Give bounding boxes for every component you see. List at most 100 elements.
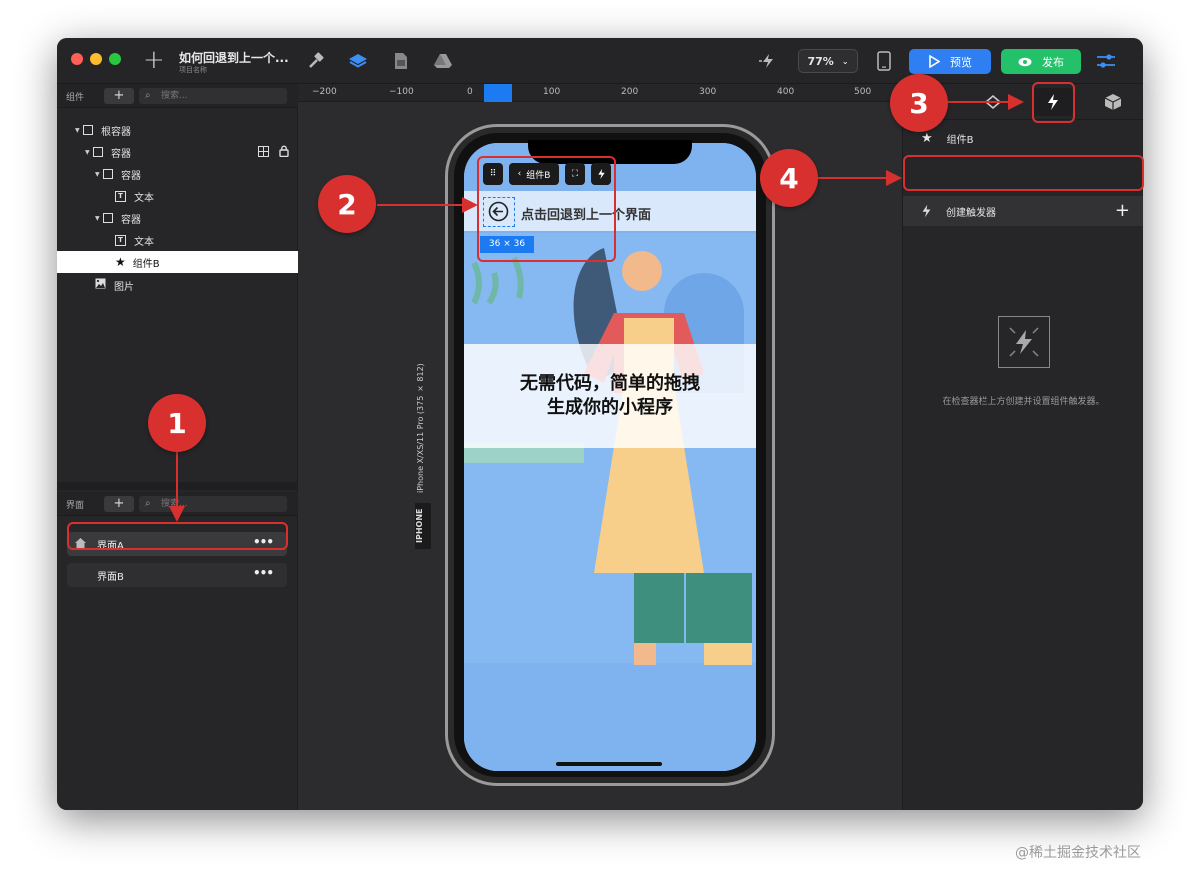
device-icon[interactable] bbox=[873, 50, 895, 72]
search-icon: ⌕ bbox=[145, 90, 151, 101]
highlight-create-trigger bbox=[903, 155, 1144, 191]
star-icon: ★ bbox=[115, 255, 126, 269]
panel-divider[interactable] bbox=[57, 482, 298, 490]
add-page-button[interactable]: + bbox=[104, 496, 134, 512]
ruler-selection-highlight bbox=[484, 84, 512, 102]
preview-label: 预览 bbox=[950, 55, 972, 69]
hammer-icon[interactable] bbox=[305, 50, 327, 72]
search-icon: ⌕ bbox=[145, 498, 151, 509]
tree-item-component-b[interactable]: ★ 组件B bbox=[57, 251, 298, 273]
caret-down-icon[interactable]: ▼ bbox=[95, 215, 103, 222]
tree-item-image[interactable]: 图片 bbox=[57, 274, 298, 296]
tree-item-container[interactable]: ▼ 容器 bbox=[57, 207, 298, 229]
ruler-tick: 200 bbox=[621, 87, 639, 97]
annotation-marker: 4 bbox=[760, 149, 818, 207]
project-subtitle: 项目名称 bbox=[179, 66, 207, 74]
eye-icon bbox=[1018, 57, 1032, 66]
inspector-component-name: 组件B bbox=[946, 134, 974, 146]
container-icon bbox=[83, 125, 93, 135]
top-toolbar: + 如何回退到上一个... 项目名称 77% ⌄ 预览 发布 bbox=[57, 38, 1143, 84]
diamond-arrows-icon bbox=[984, 94, 1002, 110]
home-indicator bbox=[556, 762, 662, 766]
tab-data[interactable] bbox=[1093, 88, 1133, 116]
ruler-tick: 100 bbox=[543, 87, 561, 97]
tree-item-label: 容器 bbox=[121, 170, 141, 182]
drive-icon[interactable] bbox=[432, 50, 454, 72]
project-title[interactable]: 如何回退到上一个... bbox=[179, 49, 289, 66]
page-item-b[interactable]: 界面B ••• bbox=[67, 563, 287, 587]
caret-down-icon[interactable]: ▼ bbox=[95, 171, 103, 178]
ruler-tick: 400 bbox=[777, 87, 795, 97]
minimize-window-button[interactable] bbox=[90, 53, 102, 65]
lock-icon[interactable] bbox=[279, 145, 289, 160]
page-label: 界面B bbox=[97, 571, 124, 583]
pages-search-placeholder: 搜索... bbox=[161, 499, 188, 509]
document-icon[interactable] bbox=[390, 50, 412, 72]
tree-item-label: 容器 bbox=[111, 148, 131, 160]
add-component-button[interactable]: + bbox=[104, 88, 134, 104]
create-trigger-row[interactable]: 创建触发器 + bbox=[903, 196, 1143, 226]
caret-down-icon[interactable]: ▼ bbox=[85, 149, 93, 156]
more-options-icon[interactable]: ••• bbox=[253, 566, 274, 580]
zoom-value: 77% bbox=[807, 54, 834, 68]
star-icon: ★ bbox=[921, 130, 933, 146]
highlight-selected-component bbox=[477, 156, 616, 262]
empty-trigger-icon bbox=[998, 316, 1050, 368]
maximize-window-button[interactable] bbox=[109, 53, 121, 65]
cube-icon bbox=[1104, 94, 1122, 110]
text-icon: T bbox=[115, 234, 126, 246]
add-trigger-icon[interactable]: + bbox=[1115, 200, 1130, 221]
annotation-marker: 2 bbox=[318, 175, 376, 233]
tree-item-label: 文本 bbox=[134, 192, 154, 204]
tree-item-text[interactable]: T 文本 bbox=[57, 229, 298, 251]
preview-button[interactable]: 预览 bbox=[909, 49, 991, 74]
image-icon bbox=[95, 278, 106, 292]
tree-item-container[interactable]: ▼ 容器 bbox=[57, 163, 298, 185]
annotation-marker: 3 bbox=[890, 74, 948, 132]
lightning-icon bbox=[922, 204, 931, 218]
highlight-triggers-tab bbox=[1032, 82, 1075, 123]
tree-item-label: 图片 bbox=[114, 281, 134, 293]
publish-button[interactable]: 发布 bbox=[1001, 49, 1081, 74]
horizontal-ruler: −200 −100 0 100 200 300 400 500 bbox=[298, 84, 902, 102]
settings-sliders-icon[interactable] bbox=[1095, 50, 1117, 72]
pages-header: 界面 + ⌕ 搜索... bbox=[57, 492, 298, 516]
layers-icon[interactable] bbox=[347, 50, 369, 72]
tree-item-root-container[interactable]: ▼ 根容器 bbox=[57, 119, 298, 141]
tab-interactions[interactable] bbox=[973, 88, 1013, 116]
add-icon[interactable]: + bbox=[143, 47, 165, 73]
tree-item-label: 文本 bbox=[134, 236, 154, 248]
container-icon bbox=[103, 169, 113, 179]
watermark: @稀土掘金技术社区 bbox=[1015, 845, 1141, 861]
tree-item-text[interactable]: T 文本 bbox=[57, 185, 298, 207]
components-search-input[interactable]: ⌕ 搜索... bbox=[139, 88, 287, 104]
pages-search-input[interactable]: ⌕ 搜索... bbox=[139, 496, 287, 512]
chevron-down-icon: ⌄ bbox=[841, 56, 849, 66]
device-size-label: iPhone X/XS/11 Pro (375 × 812) bbox=[416, 363, 425, 493]
caret-down-icon[interactable]: ▼ bbox=[75, 127, 83, 134]
tree-item-label: 组件B bbox=[132, 258, 160, 270]
zoom-dropdown[interactable]: 77% ⌄ bbox=[798, 49, 858, 73]
empty-trigger-hint: 在检查器栏上方创建并设置组件触发器。 bbox=[942, 397, 1105, 407]
ruler-tick: −200 bbox=[312, 87, 337, 97]
ruler-tick: −100 bbox=[389, 87, 414, 97]
tree-item-container[interactable]: ▼ 容器 bbox=[57, 141, 298, 163]
components-header: 组件 + ⌕ 搜索... bbox=[57, 84, 298, 108]
banner-text: 无需代码，简单的拖拽 生成你的小程序 bbox=[520, 373, 700, 418]
annotation-marker: 1 bbox=[148, 394, 206, 452]
ruler-tick: 300 bbox=[699, 87, 717, 97]
container-icon bbox=[93, 147, 103, 157]
device-tag: IPHONE bbox=[415, 503, 431, 549]
inspector-panel: ★ 组件B 创建触发器 + 在检查器栏上方创建并设置组件触发器。 bbox=[902, 84, 1143, 810]
create-trigger-label: 创建触发器 bbox=[946, 207, 996, 219]
text-icon: T bbox=[115, 190, 126, 202]
trigger-icon[interactable] bbox=[757, 50, 779, 72]
inspector-component-row: ★ 组件B bbox=[903, 125, 1143, 151]
close-window-button[interactable] bbox=[71, 53, 83, 65]
tree-item-label: 容器 bbox=[121, 214, 141, 226]
play-icon bbox=[929, 55, 940, 68]
grid-icon[interactable] bbox=[258, 146, 269, 157]
components-search-placeholder: 搜索... bbox=[161, 91, 188, 101]
ruler-tick: 500 bbox=[854, 87, 872, 97]
pages-title: 界面 bbox=[66, 501, 85, 511]
